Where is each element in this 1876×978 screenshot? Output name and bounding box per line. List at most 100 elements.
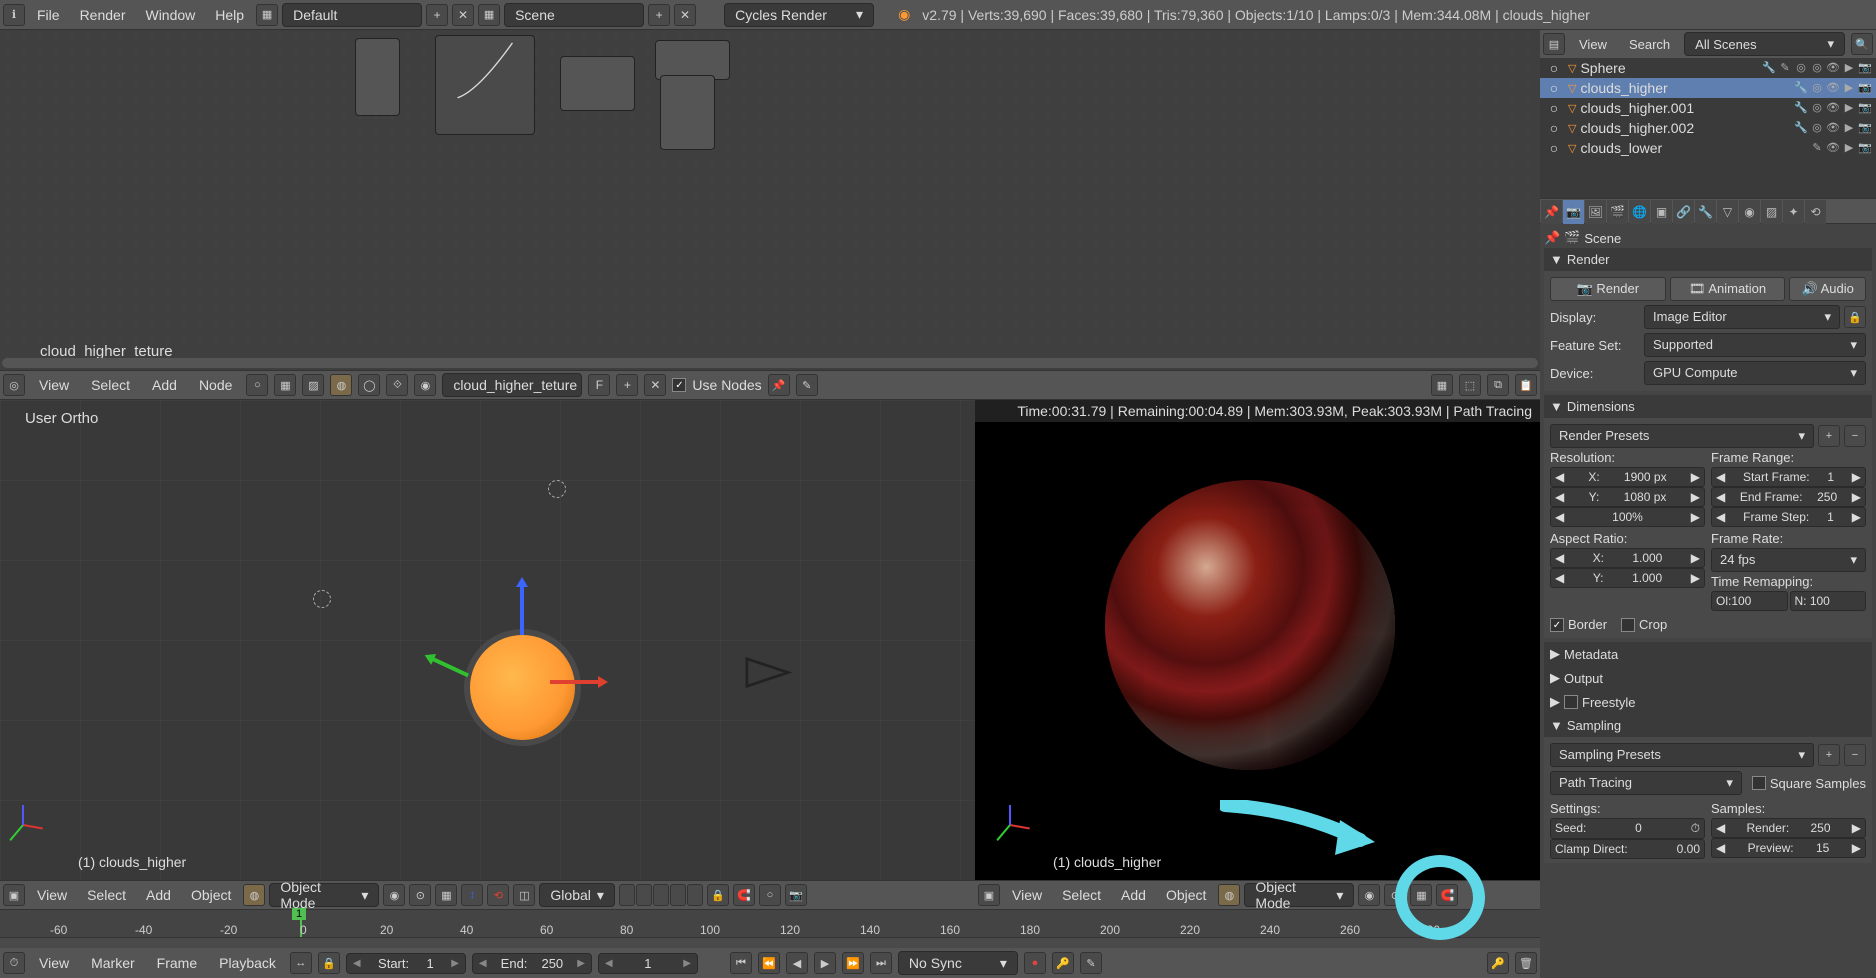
seed-clock-icon[interactable]: ⏱ <box>1691 821 1700 836</box>
lock-range-icon[interactable]: 🔒 <box>318 952 340 974</box>
freestyle-panel-header[interactable]: ▶ Freestyle <box>1544 690 1872 714</box>
layout-dropdown[interactable]: Default <box>282 3 422 27</box>
node-transparent[interactable] <box>655 40 730 80</box>
gizmo-z-axis[interactable] <box>520 585 524 635</box>
material-browse-icon[interactable]: ◉ <box>414 374 436 396</box>
feature-dropdown[interactable]: Supported▾ <box>1644 333 1866 357</box>
jump-start-icon[interactable]: ⏮ <box>730 952 752 974</box>
viewport-shading-rendered-icon[interactable]: ◉ <box>1358 884 1380 906</box>
sampling-preset-remove-icon[interactable]: − <box>1844 744 1866 766</box>
device-dropdown[interactable]: GPU Compute▾ <box>1644 361 1866 385</box>
old-map-field[interactable]: Ol:100 <box>1711 591 1788 611</box>
outliner-item-clouds-higher-001[interactable]: ○▽clouds_higher.001 🔧◎👁▶📷 <box>1540 98 1876 118</box>
use-nodes-checkbox[interactable] <box>672 378 686 392</box>
vp2-menu-select[interactable]: Select <box>1054 883 1109 907</box>
sampling-panel-header[interactable]: ▼ Sampling <box>1544 714 1872 737</box>
vp-menu-select[interactable]: Select <box>79 883 134 907</box>
node-pin-icon[interactable]: 📌 <box>768 374 790 396</box>
node-copy-icon[interactable]: ⧉ <box>1487 374 1509 396</box>
prop-tab-constraint-icon[interactable]: 🔗 <box>1673 200 1694 224</box>
tl-menu-playback[interactable]: Playback <box>211 951 284 975</box>
compositing-type-icon[interactable]: ▦ <box>274 374 296 396</box>
snap-icon-2[interactable]: 🧲 <box>1436 884 1458 906</box>
freestyle-checkbox[interactable] <box>1564 695 1578 709</box>
pin-icon[interactable]: 📌 <box>1544 230 1560 246</box>
keyframe-next-icon[interactable]: ⏩ <box>842 952 864 974</box>
outliner-item-clouds-higher[interactable]: ○▽clouds_higher 🔧◎👁▶📷 <box>1540 78 1876 98</box>
delete-keyframe-icon[interactable]: 🗑 <box>1515 952 1537 974</box>
resolution-pct-field[interactable]: ◀100%▶ <box>1550 507 1705 527</box>
node-bsdf[interactable] <box>560 56 635 111</box>
seed-field[interactable]: Seed:0⏱ <box>1550 818 1705 839</box>
prop-tab-world-icon[interactable]: 🌐 <box>1629 200 1650 224</box>
frame-step-field[interactable]: ◀Frame Step:1▶ <box>1711 507 1866 527</box>
outliner-search-icon[interactable]: 🔍 <box>1851 33 1873 55</box>
3d-viewport-left[interactable]: User Ortho (1) clouds_higher <box>0 400 975 880</box>
preset-add-icon[interactable]: + <box>1818 425 1840 447</box>
menu-window[interactable]: Window <box>137 3 203 27</box>
world-shader-icon[interactable]: ◯ <box>358 374 380 396</box>
orientation-dropdown[interactable]: Global▾ <box>539 883 615 907</box>
vp-menu-view[interactable]: View <box>29 883 75 907</box>
proportional-icon[interactable]: ○ <box>759 884 781 906</box>
scene-dropdown[interactable]: Scene <box>504 3 644 27</box>
node-editor-type-icon[interactable]: ◎ <box>3 374 25 396</box>
clamp-direct-field[interactable]: Clamp Direct:0.00 <box>1550 839 1705 859</box>
outliner[interactable]: ○▽Sphere 🔧✎◎◎👁▶📷 ○▽clouds_higher 🔧◎👁▶📷 ○… <box>1540 58 1876 198</box>
object-shader-icon[interactable]: ◍ <box>330 374 352 396</box>
prop-tab-physics-icon[interactable]: ⟲ <box>1805 200 1826 224</box>
render-panel-header[interactable]: ▼ Render <box>1544 248 1872 271</box>
audio-button[interactable]: 🔊 Audio <box>1789 277 1866 301</box>
start-frame-field[interactable]: ◀Start:1▶ <box>346 953 466 974</box>
modifier-icon[interactable]: 🔧 <box>1762 61 1776 75</box>
vp-menu-object[interactable]: Object <box>183 883 239 907</box>
node-snap-icon[interactable]: ⬚ <box>1459 374 1481 396</box>
dimensions-panel-header[interactable]: ▼ Dimensions <box>1544 395 1872 418</box>
viewport-shading-icon[interactable]: ◉ <box>383 884 405 906</box>
mode-icon-2[interactable]: ◍ <box>1218 884 1240 906</box>
vp2-menu-add[interactable]: Add <box>1113 883 1154 907</box>
node-editor-scrollbar[interactable] <box>2 358 1538 368</box>
preset-remove-icon[interactable]: − <box>1844 425 1866 447</box>
play-icon[interactable]: ▶ <box>814 952 836 974</box>
3d-viewport-render[interactable]: Time:00:31.79 | Remaining:00:04.89 | Mem… <box>975 400 1540 880</box>
current-frame-field[interactable]: ◀1▶ <box>598 953 698 974</box>
manipulator-translate-icon[interactable]: ↕ <box>461 884 483 906</box>
ol-menu-view[interactable]: View <box>1571 33 1615 56</box>
play-reverse-icon[interactable]: ◀ <box>786 952 808 974</box>
layout-delete-icon[interactable]: ✕ <box>452 4 474 26</box>
resolution-x-field[interactable]: ◀X:1900 px▶ <box>1550 467 1705 487</box>
tl-menu-view[interactable]: View <box>31 951 77 975</box>
snap-icon[interactable]: 🧲 <box>733 884 755 906</box>
properties-panel[interactable]: 📌 🎬 Scene ▼ Render 📷 Render 🎞 Animation … <box>1540 224 1876 978</box>
timeline-editor-icon[interactable]: ⏱ <box>3 952 25 974</box>
node-backdrop-icon[interactable]: ▦ <box>1431 374 1453 396</box>
layout-add-icon[interactable]: + <box>426 4 448 26</box>
square-samples-checkbox[interactable] <box>1752 776 1766 790</box>
material-unlink-icon[interactable]: ✕ <box>644 374 666 396</box>
vp2-menu-view[interactable]: View <box>1004 883 1050 907</box>
prop-tab-texture-icon[interactable]: ▨ <box>1761 200 1782 224</box>
end-frame-field[interactable]: ◀End:250▶ <box>472 953 592 974</box>
outliner-filter-dropdown[interactable]: All Scenes▾ <box>1684 32 1845 56</box>
menu-file[interactable]: File <box>29 3 68 27</box>
end-frame-prop-field[interactable]: ◀End Frame:250▶ <box>1711 487 1866 507</box>
viewport-editor-icon[interactable]: ▣ <box>3 884 25 906</box>
autokey-icon[interactable]: ● <box>1024 952 1046 974</box>
insert-keyframe-icon[interactable]: 🔑 <box>1487 952 1509 974</box>
render-presets-dropdown[interactable]: Render Presets▾ <box>1550 424 1814 448</box>
sampling-presets-dropdown[interactable]: Sampling Presets▾ <box>1550 743 1814 767</box>
crop-checkbox[interactable] <box>1621 618 1635 632</box>
prop-tab-pin-icon[interactable]: 📌 <box>1541 200 1562 224</box>
render-button[interactable]: 📷 Render <box>1550 277 1666 301</box>
node-menu-add[interactable]: Add <box>144 373 185 397</box>
prop-tab-layers-icon[interactable]: 🖼 <box>1585 200 1606 224</box>
ol-menu-search[interactable]: Search <box>1621 33 1678 56</box>
keying-icon[interactable]: 🔑 <box>1052 952 1074 974</box>
sampling-preset-add-icon[interactable]: + <box>1818 744 1840 766</box>
tl-menu-marker[interactable]: Marker <box>83 951 143 975</box>
outliner-item-clouds-higher-002[interactable]: ○▽clouds_higher.002 🔧◎👁▶📷 <box>1540 118 1876 138</box>
opengl-render-icon[interactable]: 📷 <box>785 884 807 906</box>
scene-browse-icon[interactable]: ▦ <box>478 4 500 26</box>
animation-button[interactable]: 🎞 Animation <box>1670 277 1786 301</box>
